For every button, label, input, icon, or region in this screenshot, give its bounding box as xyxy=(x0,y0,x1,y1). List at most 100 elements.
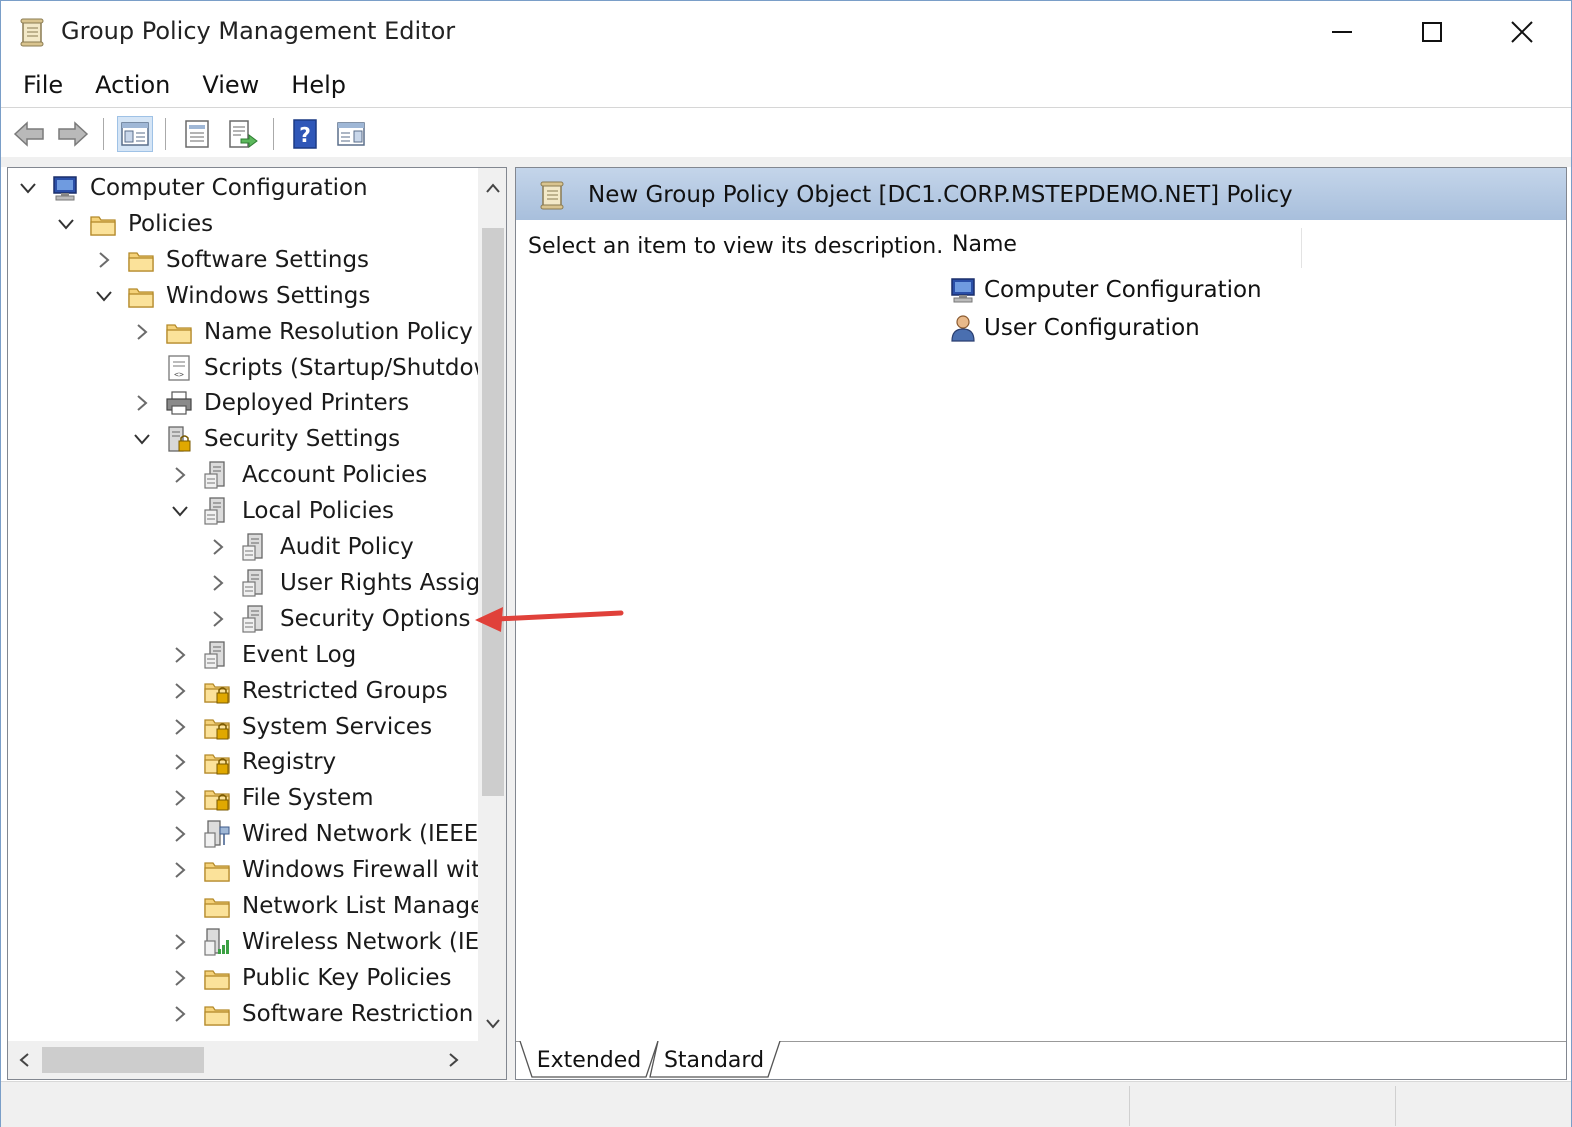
tree-node[interactable]: Restricted Groups xyxy=(168,673,448,709)
chevron-right-icon xyxy=(175,826,186,842)
menu-view[interactable]: View xyxy=(202,71,259,99)
tree-node[interactable]: Software Settings xyxy=(92,242,369,278)
tree-expander[interactable] xyxy=(168,1002,192,1026)
menu-action[interactable]: Action xyxy=(95,71,170,99)
tree-node[interactable]: Deployed Printers xyxy=(130,385,409,421)
user-config-icon xyxy=(951,315,975,342)
maximize-button[interactable] xyxy=(1397,9,1467,55)
tree-expander[interactable] xyxy=(168,679,192,703)
column-header-name[interactable]: Name xyxy=(940,228,1302,268)
tree-node[interactable]: Audit Policy xyxy=(206,529,414,565)
tree-node[interactable]: User Rights Assigr xyxy=(206,565,490,601)
tree-node[interactable]: Wired Network (IEEE 8 xyxy=(168,816,500,852)
properties-button[interactable] xyxy=(179,116,215,152)
tree-expander[interactable] xyxy=(206,607,230,631)
chevron-down-icon xyxy=(20,183,36,194)
toolbar-separator xyxy=(273,118,274,150)
list-item[interactable]: Computer Configuration xyxy=(948,272,1262,308)
toolbar-separator xyxy=(103,118,104,150)
tree-node[interactable]: Software Restriction F xyxy=(168,996,494,1032)
chevron-right-icon xyxy=(175,862,186,878)
scroll-thumb[interactable] xyxy=(482,228,504,796)
scroll-down-button[interactable] xyxy=(483,1014,503,1034)
show-hide-action-pane-icon xyxy=(337,122,365,146)
list-item[interactable]: User Configuration xyxy=(948,310,1200,346)
tree-node[interactable]: Local Policies xyxy=(168,493,394,529)
chevron-down-icon xyxy=(486,1019,500,1029)
back-arrow-icon xyxy=(13,121,44,147)
tree-node-label: Network List Manage xyxy=(242,893,485,919)
chevron-right-icon xyxy=(175,790,186,807)
tree-expander xyxy=(130,356,154,380)
tree-node[interactable]: Security Options xyxy=(206,601,471,637)
tree-node[interactable]: System Services xyxy=(168,709,432,745)
tab-extended[interactable]: Extended xyxy=(532,1041,646,1079)
tree-node[interactable]: Windows Settings xyxy=(92,278,370,314)
scroll-up-button[interactable] xyxy=(483,178,503,198)
tree-node[interactable]: Event Log xyxy=(168,637,356,673)
tree-node-label: Name Resolution Policy xyxy=(204,318,473,345)
tree-node-label: Public Key Policies xyxy=(242,964,452,991)
tree-expander[interactable] xyxy=(16,176,40,200)
tree-expander[interactable] xyxy=(92,248,116,272)
minimize-button[interactable] xyxy=(1307,9,1377,55)
tree-expander[interactable] xyxy=(168,463,192,487)
tree-node[interactable]: Name Resolution Policy xyxy=(130,314,473,350)
folder-icon xyxy=(202,999,232,1029)
chevron-right-icon xyxy=(175,1005,186,1022)
gpo-scroll-icon xyxy=(540,181,564,210)
chevron-down-icon xyxy=(96,291,112,302)
tree-expander[interactable] xyxy=(92,284,116,308)
tree-horizontal-scrollbar[interactable] xyxy=(8,1041,478,1079)
tree-expander[interactable] xyxy=(130,391,154,415)
tree-expander[interactable] xyxy=(168,499,192,523)
tree-expander[interactable] xyxy=(130,320,154,344)
tree-node[interactable]: Security Settings xyxy=(130,421,400,457)
tree-expander[interactable] xyxy=(168,822,192,846)
show-hide-action-pane-button[interactable] xyxy=(333,116,369,152)
wireless-network-icon xyxy=(202,927,232,957)
tree-expander[interactable] xyxy=(168,715,192,739)
tree-expander[interactable] xyxy=(130,427,154,451)
tree-node[interactable]: Registry xyxy=(168,744,336,780)
editor-window: Group Policy Management Editor File Acti… xyxy=(0,0,1572,1127)
forward-button[interactable] xyxy=(55,116,91,152)
locked-folder-icon xyxy=(202,783,232,813)
scroll-thumb[interactable] xyxy=(42,1047,204,1073)
tree-expander[interactable] xyxy=(206,535,230,559)
tree-expander[interactable] xyxy=(168,786,192,810)
tree-expander[interactable] xyxy=(168,966,192,990)
scroll-left-button[interactable] xyxy=(14,1050,34,1070)
scroll-right-button[interactable] xyxy=(444,1050,464,1070)
tree-expander[interactable] xyxy=(168,858,192,882)
tree-node-label: Scripts (Startup/Shutdow xyxy=(204,354,493,381)
menu-file[interactable]: File xyxy=(23,71,63,99)
tab-standard[interactable]: Standard xyxy=(658,1041,770,1079)
tree-node[interactable]: Computer Configuration xyxy=(16,170,368,206)
tree-node[interactable]: Account Policies xyxy=(168,457,427,493)
back-button[interactable] xyxy=(11,116,47,152)
close-button[interactable] xyxy=(1487,9,1557,55)
properties-icon xyxy=(185,120,209,148)
chevron-right-icon xyxy=(175,682,186,699)
tree-node[interactable]: Network List Manage xyxy=(168,888,484,924)
tree-node[interactable]: File System xyxy=(168,780,374,816)
tree-node-label: Event Log xyxy=(242,641,357,668)
menu-help[interactable]: Help xyxy=(291,71,346,99)
result-pane: New Group Policy Object [DC1.CORP.MSTEPD… xyxy=(515,167,1567,1080)
export-list-button[interactable] xyxy=(225,116,261,152)
tree-node[interactable]: Policies xyxy=(54,206,213,242)
printer-icon xyxy=(164,388,194,418)
show-hide-tree-button[interactable] xyxy=(117,116,153,152)
policy-server-icon xyxy=(202,460,232,490)
tree-node[interactable]: Wireless Network (IEE xyxy=(168,924,494,960)
tree-expander[interactable] xyxy=(168,750,192,774)
tree-expander[interactable] xyxy=(168,643,192,667)
tree-node[interactable]: <> Scripts (Startup/Shutdow xyxy=(130,350,492,386)
tree-expander[interactable] xyxy=(206,571,230,595)
tree-expander[interactable] xyxy=(168,930,192,954)
tree-node[interactable]: Public Key Policies xyxy=(168,960,451,996)
tree-expander[interactable] xyxy=(54,212,78,236)
tree-node[interactable]: Windows Firewall witl xyxy=(168,852,487,888)
help-button[interactable]: ? xyxy=(287,116,323,152)
